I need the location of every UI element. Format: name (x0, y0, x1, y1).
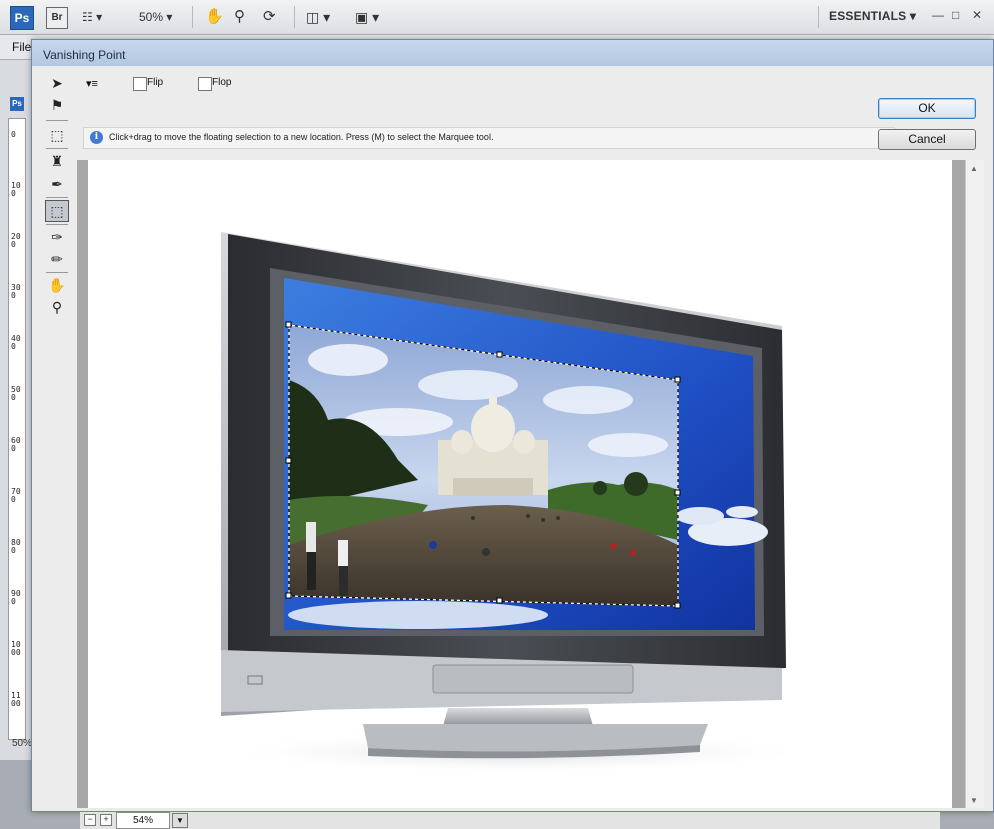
ruler-label: 600 (11, 436, 21, 453)
bridge-button[interactable]: Br (46, 7, 68, 29)
brush-tool-icon[interactable]: ✒ (45, 173, 69, 195)
zoom-level-dropdown[interactable]: 50% ▾ (139, 8, 172, 26)
ruler-label: 500 (11, 385, 21, 402)
vertical-scrollbar[interactable]: ▲ ▼ (965, 160, 984, 808)
options-menu-icon[interactable]: ▾≡ (86, 77, 98, 90)
screen-mode-dropdown-icon[interactable]: ▣ ▾ (355, 8, 379, 26)
ruler-label: 1100 (11, 691, 21, 708)
zoom-tool-icon[interactable]: ⚲ (234, 8, 245, 26)
info-icon: i (90, 131, 103, 144)
vertical-ruler: 0 100 200 300 400 500 600 700 800 900 1000 1100 (8, 118, 26, 740)
vanishing-point-dialog: Vanishing Point ➤ ⚑ ⬚ ♜ ✒ ⬚ ✑ ✏ ✋ ⚲ ▾≡ F… (31, 39, 994, 829)
scroll-up-icon[interactable]: ▲ (970, 164, 978, 173)
arrange-documents-icon[interactable]: ◫ ▾ (306, 8, 330, 26)
transform-tool-icon[interactable]: ⬚ (45, 200, 69, 222)
flop-label: Flop (212, 77, 232, 88)
document-zoom-readout: 50% (12, 738, 33, 749)
ruler-label: 400 (11, 334, 21, 351)
create-plane-tool-icon[interactable]: ⚑ (45, 94, 69, 116)
workspace-switcher[interactable]: ESSENTIALS ▾ (829, 9, 916, 23)
ruler-label: 0 (11, 130, 16, 139)
tv-photo (218, 232, 818, 774)
preview-canvas[interactable] (88, 160, 952, 808)
zoom-out-button[interactable]: − (84, 814, 96, 826)
info-bar: i Click+drag to move the floating select… (83, 127, 895, 149)
hand-tool-icon[interactable]: ✋ (45, 274, 69, 296)
ok-button[interactable]: OK (878, 98, 976, 119)
zoom-level-value: 50% (139, 10, 164, 24)
flip-label: Flip (147, 77, 164, 88)
edit-plane-tool-icon[interactable]: ➤ (45, 72, 69, 94)
rotate-view-icon[interactable]: ⟳ (263, 8, 276, 26)
tool-palette: ➤ ⚑ ⬚ ♜ ✒ ⬚ ✑ ✏ ✋ ⚲ (44, 70, 70, 320)
document-tab-icon: Ps (10, 97, 24, 111)
screen-mode-icon[interactable]: ☷ ▾ (82, 8, 102, 26)
dialog-title: Vanishing Point (43, 48, 126, 62)
minimize-icon[interactable]: — (932, 8, 944, 22)
flop-checkbox[interactable] (198, 77, 212, 91)
ruler-label: 200 (11, 232, 21, 249)
ruler-label: 700 (11, 487, 21, 504)
ruler-label: 1000 (11, 640, 21, 657)
zoom-dropdown-icon[interactable]: ▼ (172, 813, 188, 828)
ruler-label: 100 (11, 181, 21, 198)
marquee-tool-icon[interactable]: ⬚ (45, 124, 69, 146)
cancel-button[interactable]: Cancel (878, 129, 976, 150)
scroll-down-icon[interactable]: ▼ (970, 796, 978, 805)
dialog-body: ➤ ⚑ ⬚ ♜ ✒ ⬚ ✑ ✏ ✋ ⚲ ▾≡ Flip Flop i Click… (32, 66, 993, 829)
application-bar: Ps Br ☷ ▾ 50% ▾ ✋ ⚲ ⟳ ◫ ▾ ▣ ▾ ESSENTIALS… (0, 0, 994, 35)
maximize-icon[interactable]: □ (952, 8, 959, 22)
measure-tool-icon[interactable]: ✏ (45, 248, 69, 270)
preview-area: ▲ ▼ (77, 160, 984, 808)
stamp-tool-icon[interactable]: ♜ (45, 150, 69, 172)
hand-tool-icon[interactable]: ✋ (205, 8, 224, 26)
zoom-bar: − + 54% ▼ (80, 812, 940, 829)
zoom-tool-icon[interactable]: ⚲ (45, 296, 69, 318)
flip-checkbox[interactable] (133, 77, 147, 91)
info-text: Click+drag to move the floating selectio… (109, 132, 494, 142)
ruler-label: 300 (11, 283, 21, 300)
ruler-label: 900 (11, 589, 21, 606)
ruler-label: 800 (11, 538, 21, 555)
dialog-title-bar[interactable]: Vanishing Point (32, 40, 993, 66)
workspace-label: ESSENTIALS (829, 9, 907, 23)
close-icon[interactable]: ✕ (972, 8, 982, 22)
eyedropper-tool-icon[interactable]: ✑ (45, 226, 69, 248)
zoom-field[interactable]: 54% (116, 812, 170, 829)
photoshop-logo[interactable]: Ps (10, 6, 34, 30)
zoom-in-button[interactable]: + (100, 814, 112, 826)
menu-file[interactable]: File (12, 40, 31, 54)
